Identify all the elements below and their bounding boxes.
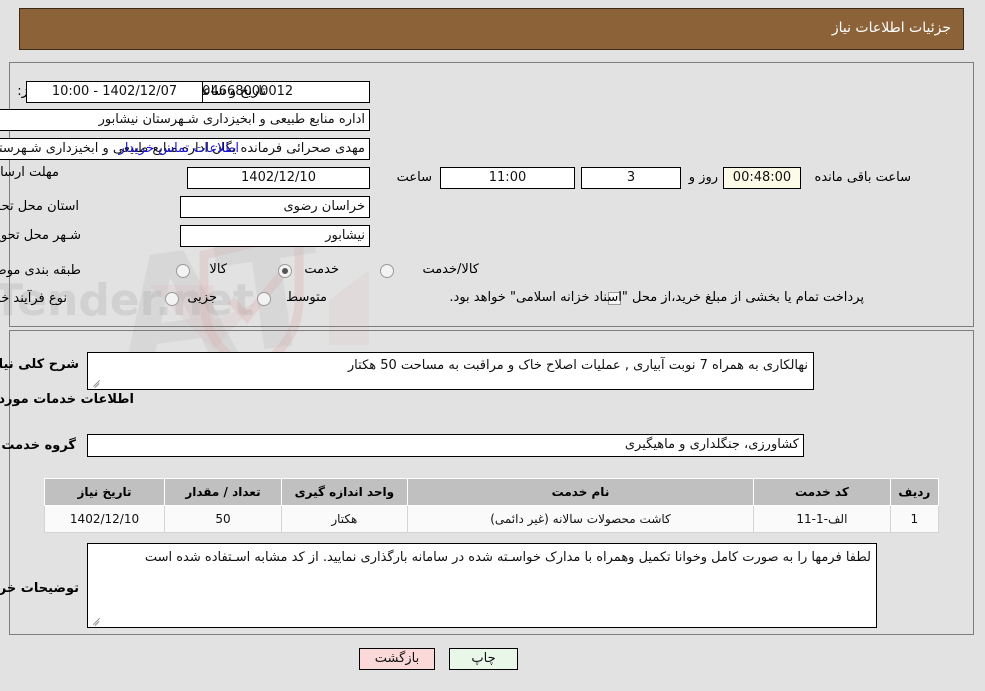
print-button[interactable]: چاپ: [450, 648, 519, 670]
buyer-notes-textarea[interactable]: لطفا فرمها را به صورت کامل وخوانا تکمیل …: [88, 543, 878, 628]
deadline-label: مهلت ارسال پاسخ: تا تاریخ:: [0, 165, 60, 180]
classification-label: طبقه بندی موضوعی:: [0, 263, 82, 278]
cell-need-date: 1402/12/10: [44, 505, 167, 533]
radio-process-jozei[interactable]: [166, 292, 180, 306]
deadline-date: 1402/12/10: [188, 167, 371, 189]
general-desc-value: نهالکاری به همراه 7 نوبت آبیاری , عملیات…: [348, 358, 809, 373]
cell-unit: هکتار: [281, 505, 409, 533]
th-code: کد خدمت: [754, 478, 892, 506]
radio-classification-kala-khedmat-label: کالا/خدمت: [423, 262, 480, 277]
general-desc-label: شرح کلی نیاز:: [0, 357, 80, 372]
deadline-countdown: 00:48:00: [724, 167, 802, 189]
resize-grip-icon[interactable]: [92, 378, 102, 388]
service-group-label: گروه خدمت:: [0, 438, 77, 453]
back-button[interactable]: بازگشت: [360, 648, 436, 670]
radio-classification-kala[interactable]: [177, 264, 191, 278]
services-heading: اطلاعات خدمات مورد نیاز: [0, 392, 135, 407]
page-root: AT AriaTender.net جزئیات اطلاعات نیاز شم…: [0, 0, 985, 691]
announce-datetime-value: 1402/12/07 - 10:00: [27, 81, 204, 103]
buyer-org-value: اداره منابع طبیعی و ابخیزداری شـهرستان ن…: [0, 109, 371, 131]
page-title: جزئیات اطلاعات نیاز: [832, 20, 952, 36]
cell-row: 1: [890, 505, 941, 533]
window-title-bar: جزئیات اطلاعات نیاز: [20, 8, 965, 50]
th-need-date: تاریخ نیاز: [44, 478, 167, 506]
buyer-notes-value: لطفا فرمها را به صورت کامل وخوانا تکمیل …: [145, 550, 872, 565]
radio-classification-kala-label: کالا: [210, 262, 228, 277]
th-quantity: تعداد / مقدار: [165, 478, 283, 506]
services-table: ردیف کد خدمت نام خدمت واحد اندازه گیری ت…: [44, 478, 941, 533]
radio-process-motavaset[interactable]: [258, 292, 272, 306]
radio-classification-kala-khedmat[interactable]: [381, 264, 395, 278]
radio-process-motavaset-label: متوسط: [287, 290, 328, 305]
radio-classification-khedmat-label: خدمت: [305, 262, 340, 277]
cell-name: کاشت محصولات سالانه (غیر دائمی): [407, 505, 756, 533]
cell-code: الف-1-11: [754, 505, 892, 533]
delivery-city-label: شـهر محل تحویل:: [0, 228, 82, 243]
cell-quantity: 50: [165, 505, 283, 533]
th-name: نام خدمت: [407, 478, 756, 506]
th-unit: واحد اندازه گیری: [281, 478, 409, 506]
general-desc-textarea[interactable]: نهالکاری به همراه 7 نوبت آبیاری , عملیات…: [88, 352, 815, 390]
purchase-process-label: نوع فرآیند خرید :: [0, 291, 68, 306]
table-row: 1 الف-1-11 کاشت محصولات سالانه (غیر دائم…: [44, 505, 941, 533]
deadline-remaining-label: ساعت باقی مانده: [815, 170, 912, 185]
buyer-contact-link[interactable]: اطلاعات تماس خریدار: [120, 141, 240, 156]
th-row: ردیف: [890, 478, 941, 506]
radio-classification-khedmat[interactable]: [279, 264, 293, 278]
treasury-note: پرداخت تمام یا بخشی از مبلغ خرید،از محل …: [450, 290, 865, 305]
delivery-province-label: استان محل تحویل:: [0, 199, 80, 214]
delivery-province-value: خراسان رضوی: [181, 196, 371, 218]
service-group-value: کشاورزی، جنگلداری و ماهیگیری: [88, 434, 805, 457]
resize-grip-icon-notes[interactable]: [92, 616, 102, 626]
buyer-notes-label: توضیحات خریدار:: [0, 581, 80, 596]
deadline-days-label: روز و: [689, 170, 719, 185]
radio-process-jozei-label: جزیی: [188, 290, 218, 305]
delivery-city-value: نیشابور: [181, 225, 371, 247]
deadline-days: 3: [582, 167, 682, 189]
table-header-row: ردیف کد خدمت نام خدمت واحد اندازه گیری ت…: [44, 478, 941, 506]
deadline-hour-label: ساعت: [397, 170, 433, 185]
deadline-hour: 11:00: [441, 167, 576, 189]
